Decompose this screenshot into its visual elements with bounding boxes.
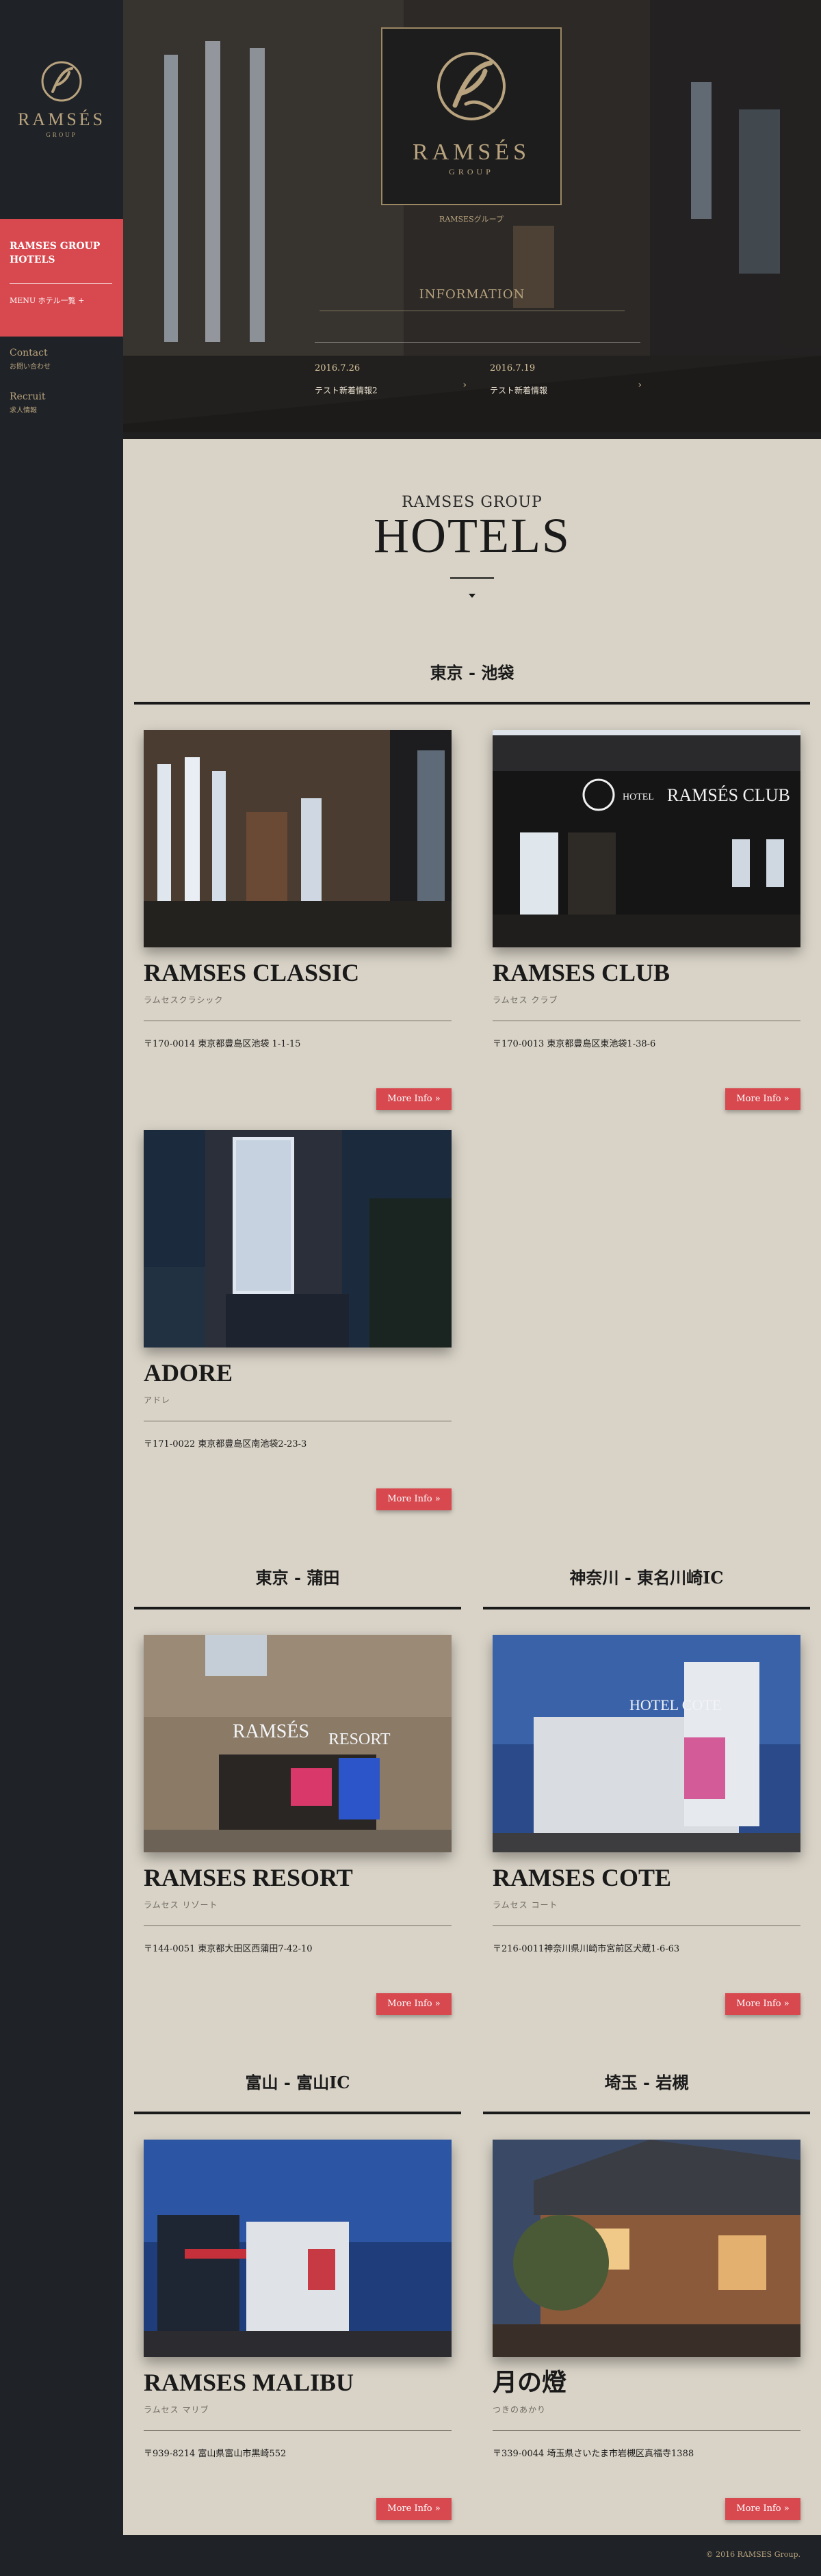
hero-group-label: RAMSESグループ [439,215,504,224]
logo-subtitle: GROUP [46,131,77,138]
hero-logo-subtitle: GROUP [449,167,494,176]
hotel-name[interactable]: RAMSES CLUB [493,958,800,987]
logo-wordmark: RAMSÉS [17,109,106,129]
hotel-kana: つきのあかり [493,2405,547,2415]
area-heading: 神奈川 - 東名川崎IC [569,1568,724,1588]
hotel-card: ADORE アドレ 〒171-0022 東京都豊島区南池袋2-23-3 More… [144,1130,452,1510]
hero-section: RAMSÉS GROUP RAMSESグループ INFORMATION 2016… [123,0,821,439]
information-date: 2016.7.19 [490,363,536,373]
hero-logo-emblem-icon [437,52,506,120]
nav-menu-label[interactable]: MENU ホテル一覧 + [10,296,123,306]
information-text: テスト新着情報2 [315,386,378,395]
hotel-card: 月の燈 つきのあかり 〒339-0044 埼玉県さいたま市岩槻区真福寺1388 … [493,2140,800,2520]
hotel-divider [493,2430,800,2431]
nav-item-recruit[interactable]: Recruit 求人情報 [10,391,45,415]
hotel-name[interactable]: RAMSES CLASSIC [144,958,452,987]
hotel-address: 〒144-0051 東京都大田区西蒲田7-42-10 [144,1944,313,1954]
area-heading: 東京 - 蒲田 [255,1568,340,1588]
hotel-kana: ラムセスクラシック [144,995,224,1005]
nav-divider [10,283,112,284]
hotel-kana: ラムセス クラブ [493,995,558,1005]
hotel-name[interactable]: RAMSES COTE [493,1863,800,1892]
hotel-kana: ラムセス コート [493,1900,558,1910]
hotel-address: 〒171-0022 東京都豊島区南池袋2-23-3 [144,1439,307,1449]
hotel-photo[interactable] [144,1130,452,1348]
area-heading: 東京 - 池袋 [430,663,514,683]
hotel-photo[interactable] [493,2140,800,2357]
hero-bottom-bar [123,432,821,439]
nav-item-hotels[interactable]: RAMSES GROUP HOTELS MENU ホテル一覧 + [0,219,123,337]
hotel-name[interactable]: ADORE [144,1358,452,1387]
logo-emblem-icon [41,61,82,102]
hotel-name[interactable]: RAMSES RESORT [144,1863,452,1892]
more-info-button[interactable]: More Info » [376,1488,452,1510]
hotel-photo[interactable]: HOTEL RAMSÉS CLUB [493,730,800,947]
nav-recruit-jp: 求人情報 [10,407,37,415]
hotel-name[interactable]: 月の燈 [493,2368,800,2397]
sidebar-logo[interactable]: RAMSÉS GROUP [0,57,123,138]
svg-text:HOTEL: HOTEL [623,792,654,802]
svg-text:HOTEL COTE: HOTEL COTE [629,1696,721,1713]
chevron-right-icon: › [638,380,642,391]
hotel-name[interactable]: RAMSES MALIBU [144,2368,452,2397]
information-list: 2016.7.26 テスト新着情報2 › 2016.7.19 テスト新着情報 › [315,342,642,404]
hotel-card: RAMSES CLASSIC ラムセスクラシック 〒170-0014 東京都豊島… [144,730,452,1110]
hotel-address: 〒170-0014 東京都豊島区池袋 1-1-15 [144,1039,301,1049]
svg-text:RAMSÉS: RAMSÉS [233,1721,309,1742]
more-info-button[interactable]: More Info » [376,2498,452,2520]
title-underline [450,577,494,579]
hotel-card: RAMSÉS RESORT RAMSES RESORT ラムセス リゾート 〒1… [144,1635,452,2015]
hotel-address: 〒339-0044 埼玉県さいたま市岩槻区真福寺1388 [493,2449,694,2459]
area-divider [483,2112,810,2114]
area-divider [134,1607,461,1609]
more-info-button[interactable]: More Info » [725,1993,800,2015]
hotel-photo[interactable] [144,730,452,947]
hotel-card: HOTEL RAMSÉS CLUB RAMSES CLUB ラムセス クラブ 〒… [493,730,800,1110]
nav-recruit-en: Recruit [10,391,46,402]
nav-contact-jp: お問い合わせ [10,363,51,371]
hero-logo-wordmark: RAMSÉS [412,140,531,165]
more-info-button[interactable]: More Info » [725,2498,800,2520]
hotel-card: HOTEL COTE RAMSES COTE ラムセス コート 〒216-001… [493,1635,800,2015]
nav-contact-en: Contact [10,347,48,358]
hotel-address: 〒939-8214 富山県富山市黒崎552 [144,2449,287,2459]
hotel-address: 〒216-0011神奈川県川崎市宮前区犬蔵1-6-63 [493,1944,680,1954]
hotel-kana: ラムセス リゾート [144,1900,218,1910]
svg-text:RESORT: RESORT [328,1731,391,1748]
information-heading: INFORMATION [419,287,525,302]
area-divider [134,702,810,705]
area-divider [134,2112,461,2114]
hotel-photo[interactable]: HOTEL COTE [493,1635,800,1852]
sidebar: RAMSÉS GROUP RAMSES GROUP HOTELS MENU ホテ… [0,0,123,2576]
section-title: HOTELS [374,508,571,563]
area-heading: 埼玉 - 岩槻 [604,2073,689,2092]
nav-item-hotels-label: RAMSES GROUP HOTELS [10,241,101,265]
area-heading: 富山 - 富山IC [245,2073,350,2092]
chevron-right-icon: › [462,380,467,391]
hotel-photo[interactable] [144,2140,452,2357]
more-info-button[interactable]: More Info » [376,1088,452,1110]
nav-item-contact[interactable]: Contact お問い合わせ [10,347,51,371]
more-info-button[interactable]: More Info » [725,1088,800,1110]
svg-text:RAMSÉS CLUB: RAMSÉS CLUB [667,785,790,805]
hotel-divider [144,2430,452,2431]
hotel-kana: ラムセス マリブ [144,2405,209,2415]
information-item[interactable]: 2016.7.26 テスト新着情報2 › [315,363,476,404]
footer: © 2016 RAMSES Group. [123,2535,821,2576]
information-text: テスト新着情報 [490,386,548,395]
hotel-card: RAMSES MALIBU ラムセス マリブ 〒939-8214 富山県富山市黒… [144,2140,452,2520]
hero-logo: RAMSÉS GROUP [381,27,562,205]
caret-down-icon [469,594,475,598]
hotel-kana: アドレ [144,1395,171,1405]
footer-copyright: © 2016 RAMSES Group. [705,2550,800,2559]
information-date: 2016.7.26 [315,363,361,373]
hotel-address: 〒170-0013 東京都豊島区東池袋1-38-6 [493,1039,656,1049]
hotel-photo[interactable]: RAMSÉS RESORT [144,1635,452,1852]
information-item[interactable]: 2016.7.19 テスト新着情報 › [490,363,651,404]
area-divider [483,1607,810,1609]
more-info-button[interactable]: More Info » [376,1993,452,2015]
